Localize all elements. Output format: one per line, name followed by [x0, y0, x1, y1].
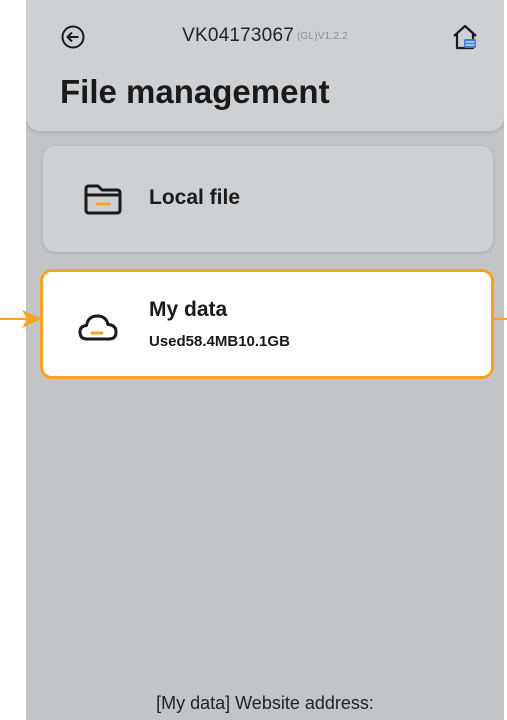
pointer-line: [491, 318, 507, 320]
app-header: VK04173067 (GL)V1.2.2 File management: [26, 0, 504, 131]
cloud-icon: [78, 314, 118, 341]
pointer-arrow-icon: [0, 310, 42, 328]
device-code: VK04173067: [182, 25, 294, 46]
folder-icon: [84, 184, 122, 215]
local-file-card[interactable]: Local file: [43, 146, 493, 252]
my-data-card[interactable]: My data Used58.4MB10.1GB: [40, 269, 494, 379]
home-icon[interactable]: [450, 22, 480, 52]
my-data-label: My data: [149, 298, 228, 321]
firmware-version: (GL)V1.2.2: [296, 30, 348, 42]
device-title: VK04173067 (GL)V1.2.2: [26, 25, 504, 47]
storage-usage: Used58.4MB10.1GB: [149, 333, 290, 350]
page-title: File management: [60, 73, 330, 110]
local-file-label: Local file: [149, 186, 241, 209]
page: VK04173067 (GL)V1.2.2 File management Loc…: [0, 0, 507, 720]
app-screen: VK04173067 (GL)V1.2.2 File management Loc…: [26, 0, 504, 720]
website-address-label: [My data] Website address:: [156, 693, 374, 713]
